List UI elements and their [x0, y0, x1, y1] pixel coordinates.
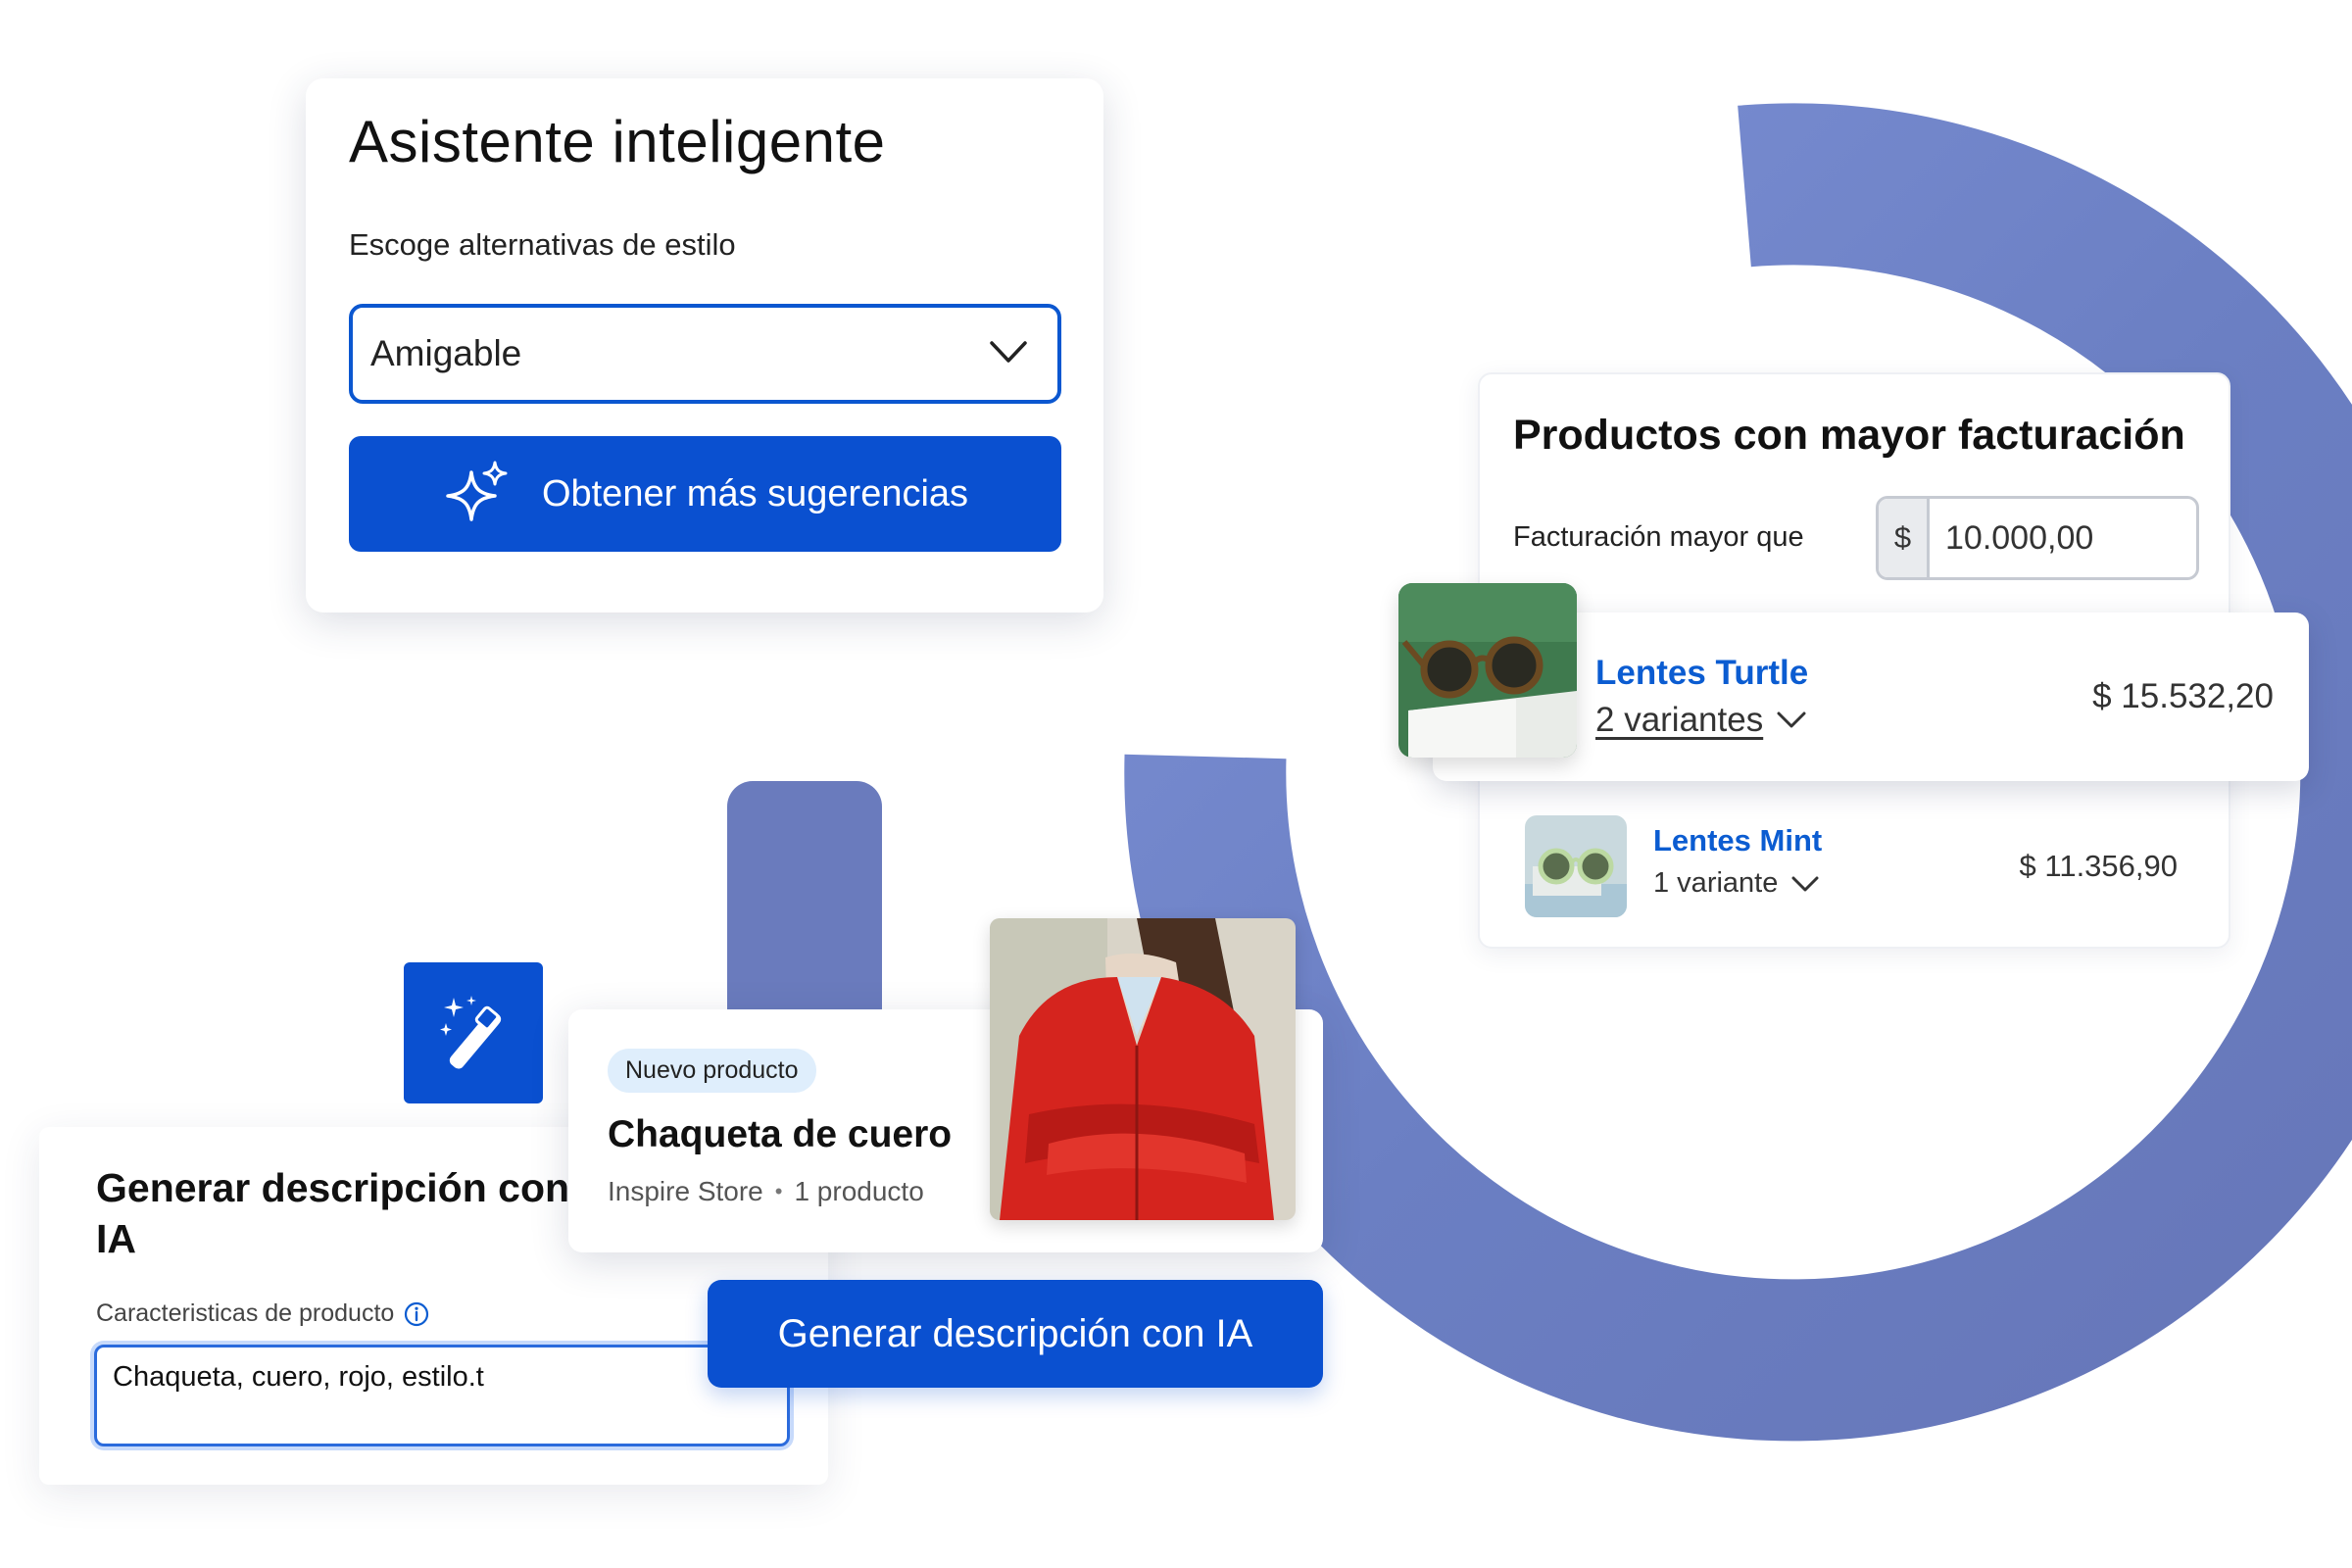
chevron-down-icon — [1777, 711, 1806, 728]
magic-wand-button[interactable] — [404, 962, 543, 1103]
lentes-mint-variants-label: 1 variante — [1653, 867, 1779, 899]
product-row-lentes-mint[interactable]: Lentes Mint 1 variante $ 11.356,90 — [1525, 813, 2191, 917]
lentes-turtle-price: $ 15.532,20 — [2092, 677, 2274, 715]
lentes-turtle-thumbnail — [1398, 583, 1577, 758]
magic-wand-icon — [440, 996, 502, 1069]
product-features-input[interactable]: Chaqueta, cuero, rojo, estilo.t — [94, 1345, 790, 1446]
get-suggestions-button[interactable]: Obtener más sugerencias — [349, 436, 1061, 552]
assistant-subtitle: Escoge alternativas de estilo — [349, 227, 736, 262]
lentes-turtle-name[interactable]: Lentes Turtle — [1595, 654, 1808, 693]
lentes-mint-name[interactable]: Lentes Mint — [1653, 823, 1822, 858]
product-features-label-text: Caracteristicas de producto — [96, 1299, 395, 1327]
lentes-mint-price: $ 11.356,90 — [2019, 849, 2178, 883]
chevron-down-icon — [1791, 876, 1819, 891]
new-product-badge: Nuevo producto — [608, 1049, 816, 1093]
lentes-turtle-variants-label: 2 variantes — [1595, 701, 1764, 739]
sparkles-icon — [446, 461, 508, 521]
style-select[interactable]: Amigable — [349, 304, 1061, 404]
generate-description-button[interactable]: Generar descripción con IA — [708, 1280, 1323, 1388]
product-name: Chaqueta de cuero — [608, 1113, 953, 1155]
leather-jacket-photo — [990, 918, 1296, 1220]
style-select-value: Amigable — [370, 333, 522, 373]
revenue-filter-label: Facturación mayor que — [1513, 521, 1804, 553]
product-meta: Inspire Store • 1 producto — [608, 1176, 924, 1207]
currency-prefix: $ — [1879, 499, 1930, 577]
lentes-mint-variants-toggle[interactable]: 1 variante — [1653, 867, 1819, 900]
meta-separator: • — [774, 1179, 783, 1203]
revenue-threshold-input[interactable]: $ 10.000,00 — [1876, 496, 2199, 580]
lentes-turtle-variants-toggle[interactable]: 2 variantes — [1595, 701, 1806, 740]
smart-assistant-card: Asistente inteligente Escoge alternativa… — [306, 78, 1103, 612]
top-products-title: Productos con mayor facturación — [1513, 412, 2185, 459]
lentes-mint-thumbnail — [1525, 815, 1627, 917]
product-row-lentes-turtle[interactable]: Lentes Turtle 2 variantes $ 15.532,20 — [1398, 583, 2309, 781]
product-features-label: Caracteristicas de producto — [96, 1299, 429, 1328]
chevron-down-icon — [990, 341, 1027, 363]
revenue-threshold-value: 10.000,00 — [1945, 518, 2094, 557]
info-icon[interactable] — [404, 1301, 429, 1327]
assistant-title: Asistente inteligente — [349, 109, 886, 174]
get-suggestions-label: Obtener más sugerencias — [541, 472, 969, 514]
store-name: Inspire Store — [608, 1176, 763, 1206]
product-count: 1 producto — [794, 1176, 924, 1206]
ai-description-title: Generar descripción con IA — [96, 1165, 570, 1261]
